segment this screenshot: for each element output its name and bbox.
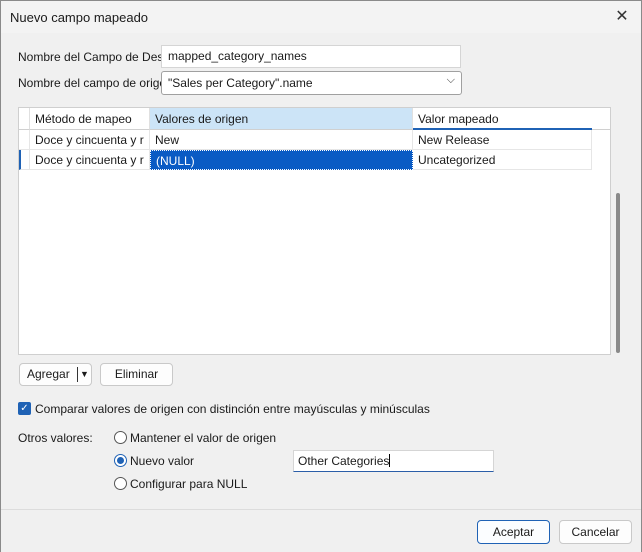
ok-button[interactable]: Aceptar — [477, 520, 550, 544]
case-sensitive-label[interactable]: Comparar valores de origen con distinció… — [35, 402, 430, 416]
new-value-input[interactable]: Other Categories — [293, 450, 494, 472]
table-cell[interactable]: Doce y cincuenta y r — [30, 150, 150, 170]
split-divider — [77, 367, 78, 382]
add-button-label: Agregar — [27, 367, 70, 381]
radio-keep-source[interactable] — [114, 431, 127, 444]
grid-scrollbar[interactable] — [616, 193, 620, 353]
radio-new-value[interactable] — [114, 454, 127, 467]
dest-field-input[interactable]: mapped_category_names — [161, 45, 461, 68]
caret-down-icon[interactable]: ▼ — [80, 364, 89, 385]
source-field-label: Nombre del campo de origen: — [18, 76, 161, 90]
radio-set-null-label[interactable]: Configurar para NULL — [130, 477, 247, 491]
grid-corner — [19, 108, 30, 130]
dest-field-label: Nombre del Campo de Destino: — [18, 50, 161, 64]
window-title: Nuevo campo mapeado — [10, 10, 149, 25]
column-header-source-values[interactable]: Valores de origen — [150, 108, 413, 130]
table-cell-selected[interactable]: (NULL) — [150, 150, 413, 170]
other-values-label: Otros valores: — [18, 431, 93, 445]
new-value-text: Other Categories — [298, 454, 390, 468]
add-split-button[interactable]: Agregar ▼ — [19, 363, 92, 386]
column-header-mapped-value[interactable]: Valor mapeado — [413, 108, 592, 130]
column-header-method[interactable]: Método de mapeo — [30, 108, 150, 130]
source-field-value: "Sales per Category".name — [168, 76, 313, 90]
source-field-select[interactable]: "Sales per Category".name ⌵ — [161, 71, 462, 95]
remove-button[interactable]: Eliminar — [100, 363, 173, 386]
radio-set-null[interactable] — [114, 477, 127, 490]
cancel-button[interactable]: Cancelar — [559, 520, 632, 544]
dest-field-value: mapped_category_names — [168, 49, 307, 63]
table-cell[interactable]: Doce y cincuenta y r — [30, 130, 150, 150]
check-icon[interactable]: ✓ — [18, 402, 31, 415]
table-cell[interactable]: New — [150, 130, 413, 150]
mapping-grid[interactable]: Método de mapeo Valores de origen Valor … — [18, 107, 620, 355]
dialog-window: Nuevo campo mapeado ✕ Nombre del Campo d… — [0, 0, 642, 552]
row-marker-active[interactable] — [19, 150, 30, 170]
text-cursor — [389, 454, 391, 467]
table-cell[interactable]: New Release — [413, 130, 592, 150]
close-icon[interactable]: ✕ — [611, 7, 633, 27]
row-marker[interactable] — [19, 130, 30, 150]
dialog-footer: Aceptar Cancelar — [1, 509, 641, 552]
radio-new-value-label[interactable]: Nuevo valor — [130, 454, 194, 468]
table-cell[interactable]: Uncategorized — [413, 150, 592, 170]
header-filler — [592, 108, 610, 130]
title-bar: Nuevo campo mapeado ✕ — [1, 1, 641, 33]
radio-keep-source-label[interactable]: Mantener el valor de origen — [130, 431, 276, 445]
chevron-down-icon: ⌵ — [446, 74, 455, 86]
